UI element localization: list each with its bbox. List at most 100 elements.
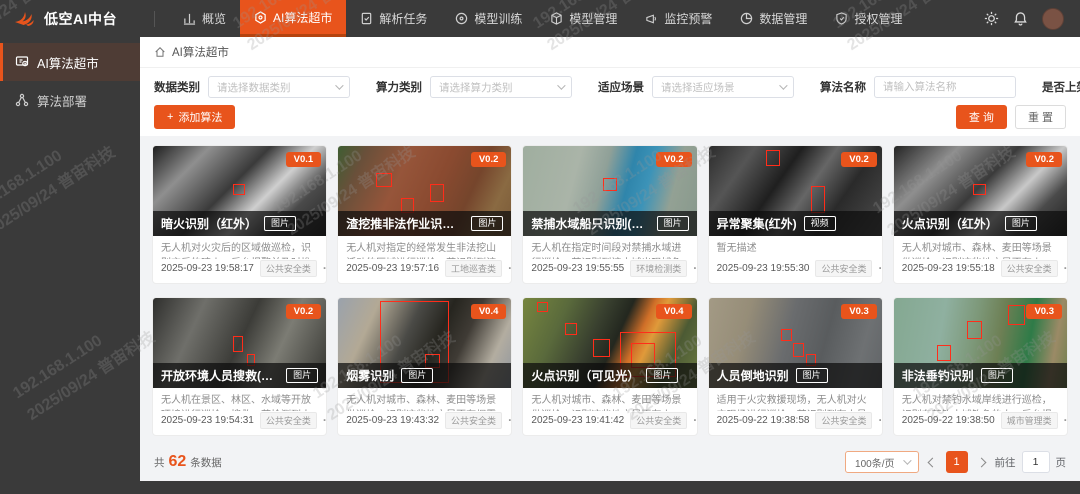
card-description: 无人机对指定的经常发生非法挖山活动的区域进行巡检，若识别到该区域有非法作业的渣土… (338, 236, 511, 259)
algorithm-card[interactable]: V0.2 火点识别（红外）图片 无人机对城市、森林、麦田等场景做巡检，识别这些地… (893, 145, 1068, 284)
more-menu-icon[interactable] (693, 411, 697, 429)
compute-category-select[interactable]: 请选择算力类别 (430, 76, 572, 98)
task-icon (360, 12, 373, 25)
card-title: 非法垂钓识别 (902, 367, 974, 384)
filter-label: 数据类别 (154, 79, 200, 95)
add-algorithm-label: 添加算法 (178, 109, 222, 125)
more-menu-icon[interactable] (323, 259, 327, 277)
category-tag: 公共安全类 (815, 412, 872, 429)
filter-algorithm-name: 算法名称 (820, 76, 1016, 98)
more-menu-icon[interactable] (323, 411, 327, 429)
settings-gear-icon[interactable] (984, 11, 999, 26)
chevron-down-icon (779, 81, 787, 89)
card-title: 禁捕水域船只识别(红外) (531, 215, 649, 232)
algorithm-thumbnail: V0.3 人员倒地识别图片 (709, 298, 882, 388)
nav-item-auth-management[interactable]: 授权管理 (821, 0, 916, 37)
filter-label: 算法名称 (820, 79, 866, 95)
nav-label: 概览 (202, 10, 226, 27)
nav-label: 授权管理 (854, 10, 902, 27)
app-title: 低空AI中台 (44, 9, 117, 29)
page-size-select[interactable]: 100条/页 (845, 451, 918, 473)
category-tag: 城市管理类 (1001, 412, 1058, 429)
nav-label: 模型训练 (474, 10, 522, 27)
detection-box (766, 150, 780, 166)
more-menu-icon[interactable] (508, 259, 512, 277)
nav-item-model-training[interactable]: 模型训练 (441, 0, 536, 37)
algorithm-thumbnail: V0.2 禁捕水域船只识别(红外)图片 (523, 146, 696, 236)
nav-item-overview[interactable]: 概览 (169, 0, 240, 37)
media-type-badge: 图片 (264, 216, 296, 231)
detection-box (973, 184, 985, 196)
card-title: 火点识别（红外） (902, 215, 998, 232)
sidebar-item-label: AI算法超市 (37, 53, 99, 72)
nav-label: 数据管理 (759, 10, 807, 27)
reset-button[interactable]: 重 置 (1015, 105, 1066, 129)
algorithm-name-input[interactable] (874, 76, 1016, 98)
algorithm-card[interactable]: V0.2 异常聚集(红外)视频 暂无描述 2025-09-23 19:55:30… (708, 145, 883, 284)
card-date: 2025-09-23 19:54:31 (161, 415, 254, 426)
goto-label: 前往 (995, 455, 1016, 470)
version-badge: V0.1 (286, 152, 322, 167)
filter-label: 是否上架 (1042, 79, 1080, 95)
page-number-button[interactable]: 1 (946, 451, 968, 473)
total-prefix: 共 (154, 455, 165, 470)
algorithm-card[interactable]: V0.4 烟雾识别图片 无人机对城市、森林、麦田等场景做巡检，识别这些地方是否有… (337, 297, 512, 436)
algorithm-thumbnail: V0.2 异常聚集(红外)视频 (709, 146, 882, 236)
chevron-down-icon (557, 81, 565, 89)
more-menu-icon[interactable] (693, 259, 697, 277)
nav-item-ai-market[interactable]: AI算法超市 (240, 0, 346, 37)
sidebar-item-ai-market[interactable]: AI算法超市 (0, 43, 140, 81)
algorithm-card[interactable]: V0.3 非法垂钓识别图片 无人机对禁钓水域岸线进行巡检，识别在禁钓水域钓鱼的人… (893, 297, 1068, 436)
card-date: 2025-09-23 19:55:55 (531, 263, 624, 274)
algorithm-thumbnail: V0.2 渣挖推非法作业识别(红外)图片 (338, 146, 511, 236)
algorithm-card[interactable]: V0.4 火点识别（可见光）图片 无人机对城市、森林、麦田等场景做巡检，识别这些… (522, 297, 697, 436)
more-menu-icon[interactable] (878, 411, 882, 429)
algorithm-card[interactable]: V0.2 渣挖推非法作业识别(红外)图片 无人机对指定的经常发生非法挖山活动的区… (337, 145, 512, 284)
add-algorithm-button[interactable]: + 添加算法 (154, 105, 235, 129)
sidebar-item-algorithm-deploy[interactable]: 算法部署 (0, 81, 140, 119)
algorithm-card[interactable]: V0.2 禁捕水域船只识别(红外)图片 无人机在指定时间段对禁捕水域进行巡检，若… (522, 145, 697, 284)
more-menu-icon[interactable] (878, 259, 882, 277)
card-title: 渣挖推非法作业识别(红外) (346, 215, 464, 232)
sidebar: AI算法超市 算法部署 (0, 37, 140, 494)
user-avatar[interactable] (1042, 8, 1064, 30)
detection-box (430, 184, 444, 202)
algorithm-card[interactable]: V0.2 开放环境人员搜救(红外)图片 无人机在景区、林区、水域等开放环境进行巡… (152, 297, 327, 436)
algorithm-card[interactable]: V0.1 暗火识别（红外）图片 无人机对火灾后的区域做巡检，识别灾后的暗火，后台… (152, 145, 327, 284)
card-date: 2025-09-22 19:38:50 (902, 415, 995, 426)
data-category-select[interactable]: 请选择数据类别 (208, 76, 350, 98)
detection-box (937, 345, 951, 361)
category-tag: 公共安全类 (1001, 260, 1058, 277)
next-page-icon[interactable] (976, 457, 986, 467)
plus-icon: + (167, 111, 173, 123)
nav-item-model-management[interactable]: 模型管理 (536, 0, 631, 37)
nav-item-monitor-alert[interactable]: 监控预警 (631, 0, 726, 37)
search-button[interactable]: 查 询 (956, 105, 1007, 129)
scene-select[interactable]: 请选择适应场景 (652, 76, 794, 98)
more-menu-icon[interactable] (1064, 411, 1068, 429)
nav-item-parse-tasks[interactable]: 解析任务 (346, 0, 441, 37)
app-window: 低空AI中台 概览 AI算法超市 解析任务 模型训练 模型管理 (0, 0, 1080, 494)
detection-box (811, 186, 825, 213)
card-date: 2025-09-23 19:55:18 (902, 263, 995, 274)
prev-page-icon[interactable] (927, 457, 937, 467)
notifications-bell-icon[interactable] (1013, 11, 1028, 26)
detection-box (537, 302, 547, 313)
goto-page-input[interactable] (1022, 451, 1050, 473)
pie-chart-icon (740, 12, 753, 25)
card-date: 2025-09-23 19:41:42 (531, 415, 624, 426)
more-menu-icon[interactable] (508, 411, 512, 429)
algorithm-card[interactable]: V0.3 人员倒地识别图片 适用于火灾救援现场，无人机对火灾现场进行巡检，若识别… (708, 297, 883, 436)
nav-label: 模型管理 (569, 10, 617, 27)
detection-box (233, 184, 245, 196)
ai-market-icon (15, 55, 29, 69)
card-description: 无人机在景区、林区、水域等开放环境进行巡检、搜救，若检测到人体，后台报警并紧急推… (153, 388, 326, 411)
nav-item-data-management[interactable]: 数据管理 (726, 0, 821, 37)
card-title: 火点识别（可见光） (531, 367, 639, 384)
more-menu-icon[interactable] (1064, 259, 1068, 277)
chevron-down-icon (335, 81, 343, 89)
media-type-badge: 图片 (401, 368, 433, 383)
total-count: 共 62 条数据 (154, 453, 222, 471)
card-title: 异常聚集(红外) (717, 215, 797, 232)
algorithm-thumbnail: V0.2 开放环境人员搜救(红外)图片 (153, 298, 326, 388)
